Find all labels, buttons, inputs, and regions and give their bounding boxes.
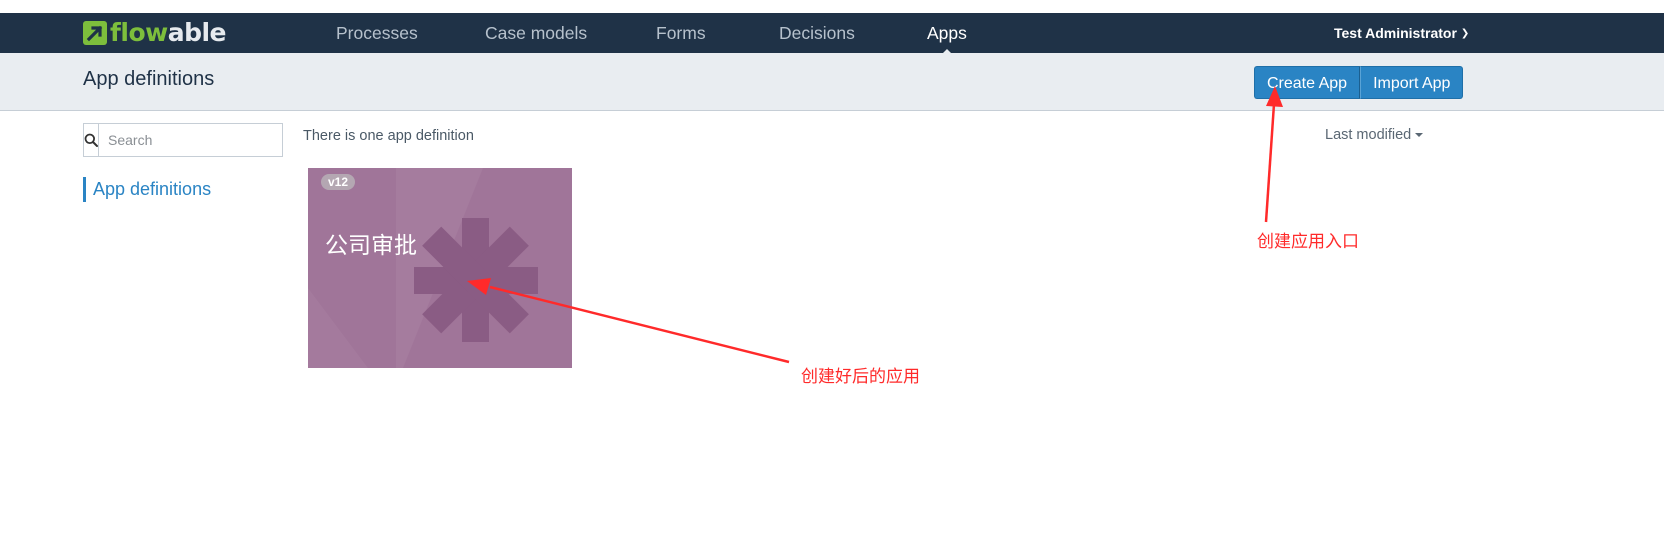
brand-name-part1: flow [110, 18, 168, 47]
annotation-created-app: 创建好后的应用 [801, 367, 920, 387]
search-icon [84, 133, 98, 147]
search-input[interactable] [99, 124, 289, 156]
top-margin [0, 0, 1664, 13]
create-app-button[interactable]: Create App [1254, 66, 1361, 99]
brand-name-part2: able [167, 18, 227, 47]
user-name: Test Administrator [1334, 25, 1457, 41]
import-app-button[interactable]: Import App [1360, 66, 1464, 99]
sort-dropdown[interactable]: Last modified [1325, 127, 1424, 143]
top-navbar: flowable Processes Case models Forms Dec… [0, 13, 1664, 55]
sort-label: Last modified [1325, 127, 1412, 143]
brand-name: flowable [110, 18, 227, 47]
version-badge: v12 [321, 174, 356, 190]
page-subheader: App definitions Create App Import App [0, 53, 1664, 111]
nav-decisions[interactable]: Decisions [779, 13, 855, 53]
page-title: App definitions [83, 68, 215, 90]
nav-processes[interactable]: Processes [336, 13, 418, 53]
annotation-create-entry: 创建应用入口 [1257, 232, 1359, 252]
app-name: 公司审批 [325, 233, 417, 259]
flowable-logo[interactable]: flowable [83, 18, 227, 47]
user-menu[interactable]: Test Administrator ❯ [1334, 13, 1469, 53]
chevron-down-icon: ❯ [1460, 28, 1470, 40]
nav-case-models[interactable]: Case models [485, 13, 587, 53]
app-card[interactable]: v12 公司审批 [308, 168, 572, 368]
sidebar-item-app-definitions[interactable]: App definitions [83, 177, 211, 202]
asterisk-icon [308, 168, 538, 368]
search-button[interactable] [84, 124, 99, 156]
nav-apps[interactable]: Apps [927, 13, 967, 53]
header-button-group: Create App Import App [1254, 66, 1464, 99]
search-box [83, 123, 289, 157]
result-count: There is one app definition [303, 128, 474, 144]
flowable-logo-icon [83, 21, 107, 45]
nav-forms[interactable]: Forms [656, 13, 706, 53]
caret-down-icon [1415, 133, 1424, 138]
